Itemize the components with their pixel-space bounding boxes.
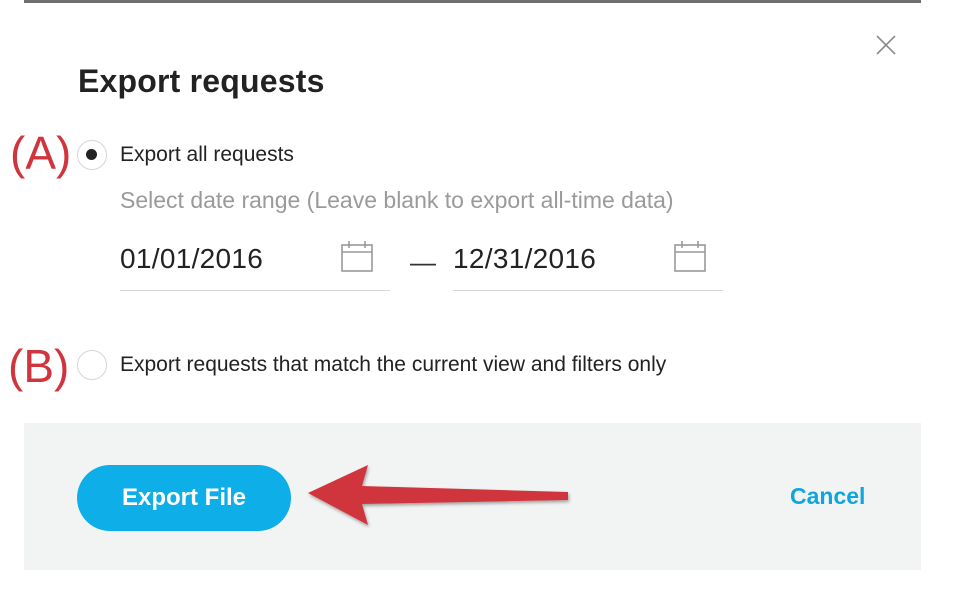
export-filtered-label[interactable]: Export requests that match the current v… [120,353,666,377]
close-icon[interactable] [874,33,898,57]
export-filtered-radio[interactable] [77,350,107,380]
end-date-value: 12/31/2016 [453,243,597,274]
export-all-label[interactable]: Export all requests [120,143,294,167]
export-all-radio[interactable] [77,140,107,170]
dialog-title: Export requests [78,63,325,99]
calendar-icon[interactable] [673,239,707,273]
cancel-button[interactable]: Cancel [790,483,865,510]
export-file-button[interactable]: Export File [77,465,291,531]
annotation-a: (A) [10,127,72,179]
end-date-field[interactable]: 12/31/2016 [453,235,723,291]
date-range-separator: — [410,247,436,277]
calendar-icon[interactable] [340,239,374,273]
start-date-field[interactable]: 01/01/2016 [120,235,390,291]
date-range-hint: Select date range (Leave blank to export… [120,187,674,213]
start-date-value: 01/01/2016 [120,243,264,274]
arrow-annotation [308,465,568,525]
annotation-b: (B) [8,340,70,392]
